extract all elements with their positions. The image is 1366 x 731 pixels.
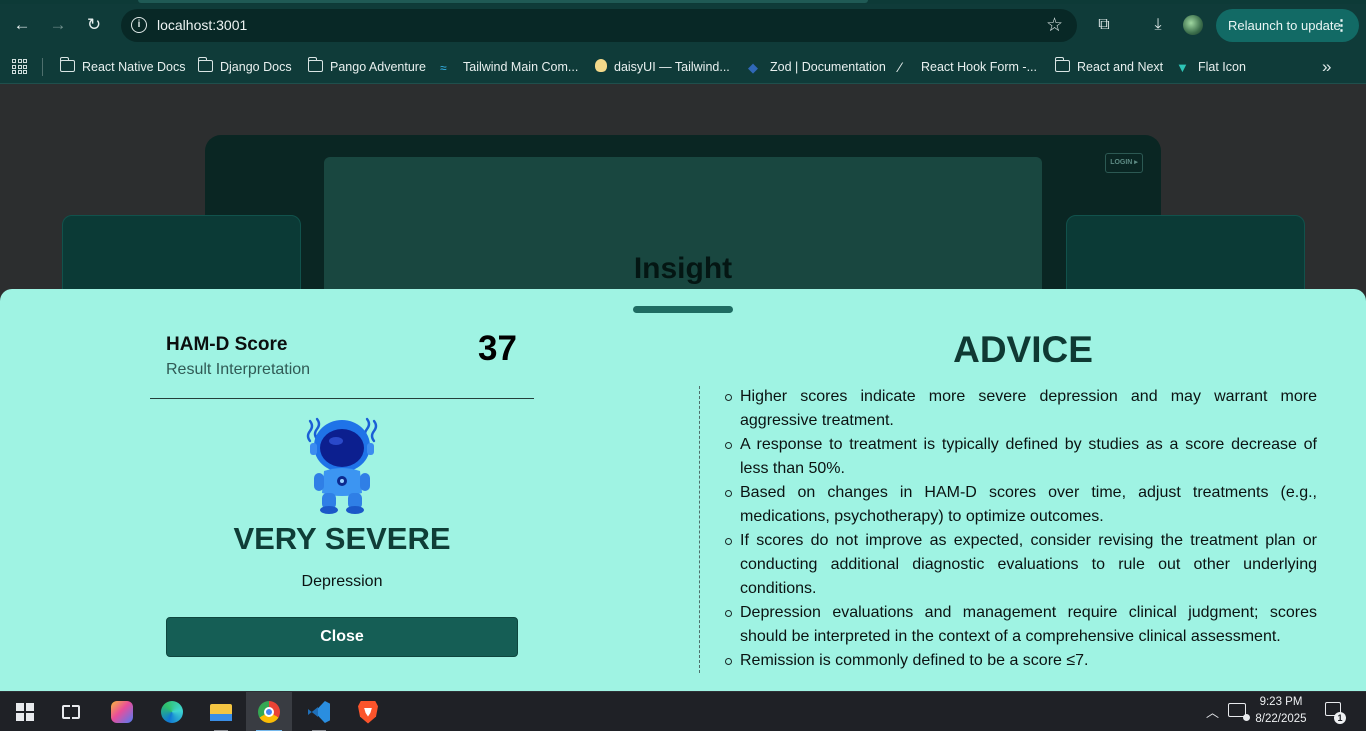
score-heading: HAM-D Score bbox=[166, 334, 288, 355]
brave-button[interactable] bbox=[345, 692, 391, 731]
start-button[interactable] bbox=[2, 692, 48, 731]
bookmark-label: Zod | Documentation bbox=[770, 60, 886, 74]
profile-avatar[interactable] bbox=[1183, 15, 1203, 35]
download-icon[interactable]: ⤓ bbox=[1146, 13, 1170, 37]
forward-icon[interactable]: → bbox=[46, 13, 70, 37]
folder-icon bbox=[307, 57, 323, 72]
site-info-icon[interactable]: i bbox=[131, 17, 147, 33]
bookmark-django-docs[interactable]: Django Docs bbox=[197, 57, 292, 76]
address-bar[interactable]: i localhost:3001 ☆ bbox=[121, 9, 1077, 42]
vscode-button[interactable] bbox=[296, 692, 342, 731]
bookmark-label: Flat Icon bbox=[1198, 60, 1246, 74]
bookmark-zod[interactable]: ◆ Zod | Documentation bbox=[748, 58, 886, 76]
windows-icon bbox=[16, 703, 34, 721]
task-view-button[interactable] bbox=[48, 692, 94, 731]
back-icon[interactable]: ← bbox=[10, 13, 34, 37]
extensions-icon[interactable]: ⧉ bbox=[1092, 13, 1116, 37]
dashed-divider bbox=[699, 386, 700, 673]
score-divider bbox=[150, 398, 534, 399]
system-clock[interactable]: 9:23 PM 8/22/2025 bbox=[1252, 694, 1310, 728]
score-subheading: Result Interpretation bbox=[166, 361, 311, 378]
bookmark-label: React Hook Form -... bbox=[921, 60, 1037, 74]
more-menu-icon[interactable]: ⋮ bbox=[1334, 9, 1349, 42]
advice-item: Higher scores indicate more severe depre… bbox=[723, 385, 1317, 433]
copilot-button[interactable] bbox=[99, 692, 145, 731]
result-sheet: HAM-D Score Result Interpretation 37 VER… bbox=[0, 289, 1366, 691]
active-tab-edge[interactable] bbox=[138, 0, 868, 3]
bookmarks-separator bbox=[42, 58, 43, 76]
advice-item: Remission is commonly defined to be a sc… bbox=[723, 649, 1317, 673]
bookmark-label: Tailwind Main Com... bbox=[463, 60, 579, 74]
severity-label: VERY SEVERE bbox=[233, 521, 451, 556]
address-url[interactable]: localhost:3001 bbox=[157, 17, 247, 33]
edge-icon bbox=[161, 701, 183, 723]
advice-item: A response to treatment is typically def… bbox=[723, 433, 1317, 481]
browser-toolbar: ← → ↻ i localhost:3001 ☆ ⧉ ⤓ Relaunch to… bbox=[0, 0, 1366, 50]
flaticon-icon: ▼ bbox=[1176, 60, 1189, 75]
advice-item: Depression evaluations and management re… bbox=[723, 601, 1317, 649]
score-value: 37 bbox=[478, 329, 517, 368]
advice-item: Based on changes in HAM-D scores over ti… bbox=[723, 481, 1317, 529]
folder-icon bbox=[197, 57, 213, 72]
bookmark-label: React and Next bbox=[1077, 60, 1164, 74]
bookmarks-bar: React Native Docs Django Docs Pango Adve… bbox=[0, 50, 1366, 84]
file-explorer-icon bbox=[210, 703, 232, 721]
bookmark-pango-adventure[interactable]: Pango Adventure bbox=[307, 57, 426, 76]
edge-button[interactable] bbox=[149, 692, 195, 731]
astronaut-mascot-icon bbox=[306, 417, 378, 514]
bookmark-label: Pango Adventure bbox=[330, 60, 426, 74]
brave-icon bbox=[358, 700, 378, 724]
bookmark-tailwind[interactable]: ≈ Tailwind Main Com... bbox=[440, 58, 578, 76]
bookmark-daisyui[interactable]: daisyUI — Tailwind... bbox=[595, 58, 730, 76]
bookmark-star-icon[interactable]: ☆ bbox=[1046, 14, 1063, 37]
bookmark-flat-icon[interactable]: ▼ Flat Icon bbox=[1176, 58, 1246, 76]
chrome-button[interactable] bbox=[246, 692, 292, 731]
tab-strip bbox=[0, 0, 1366, 4]
chrome-icon bbox=[258, 701, 280, 723]
advice-title: ADVICE bbox=[953, 329, 1093, 370]
condition-label: Depression bbox=[301, 573, 383, 590]
page-title: Insight bbox=[633, 252, 733, 285]
reload-icon[interactable]: ↻ bbox=[82, 13, 106, 37]
drag-handle[interactable] bbox=[633, 306, 733, 313]
folder-icon bbox=[59, 57, 75, 72]
bookmarks-overflow-icon[interactable]: » bbox=[1322, 57, 1331, 77]
tailwind-icon: ≈ bbox=[440, 61, 447, 75]
clock-time: 9:23 PM bbox=[1259, 696, 1303, 708]
react-hook-form-icon: ⁄ bbox=[899, 59, 902, 75]
close-button[interactable]: Close bbox=[166, 617, 518, 657]
bookmark-label: React Native Docs bbox=[82, 60, 186, 74]
network-icon[interactable] bbox=[1228, 703, 1250, 721]
advice-list: Higher scores indicate more severe depre… bbox=[723, 385, 1317, 673]
task-view-icon bbox=[62, 705, 80, 719]
zod-icon: ◆ bbox=[748, 60, 758, 75]
bookmark-label: Django Docs bbox=[220, 60, 292, 74]
clock-date: 8/22/2025 bbox=[1255, 713, 1307, 725]
daisyui-icon bbox=[595, 59, 607, 72]
apps-grid-icon[interactable] bbox=[12, 59, 27, 74]
folder-icon bbox=[1054, 57, 1070, 72]
copilot-icon bbox=[111, 701, 133, 723]
notification-badge: 1 bbox=[1334, 712, 1346, 724]
bookmark-label: daisyUI — Tailwind... bbox=[614, 60, 730, 74]
bookmark-react-and-next[interactable]: React and Next bbox=[1054, 57, 1164, 76]
relaunch-label: Relaunch to update bbox=[1228, 18, 1341, 33]
taskbar: ︿ 9:23 PM 8/22/2025 1 bbox=[0, 691, 1366, 731]
advice-item: If scores do not improve as expected, co… bbox=[723, 529, 1317, 601]
bookmark-react-hook-form[interactable]: ⁄ React Hook Form -... bbox=[899, 58, 1037, 76]
vscode-icon bbox=[308, 701, 330, 723]
login-button[interactable]: LOGIN ▸ bbox=[1105, 153, 1143, 173]
file-explorer-button[interactable] bbox=[198, 692, 244, 731]
bookmark-react-native-docs[interactable]: React Native Docs bbox=[59, 57, 186, 76]
tray-overflow-icon[interactable]: ︿ bbox=[1206, 702, 1219, 721]
relaunch-button[interactable]: Relaunch to update ⋮ bbox=[1216, 9, 1359, 42]
